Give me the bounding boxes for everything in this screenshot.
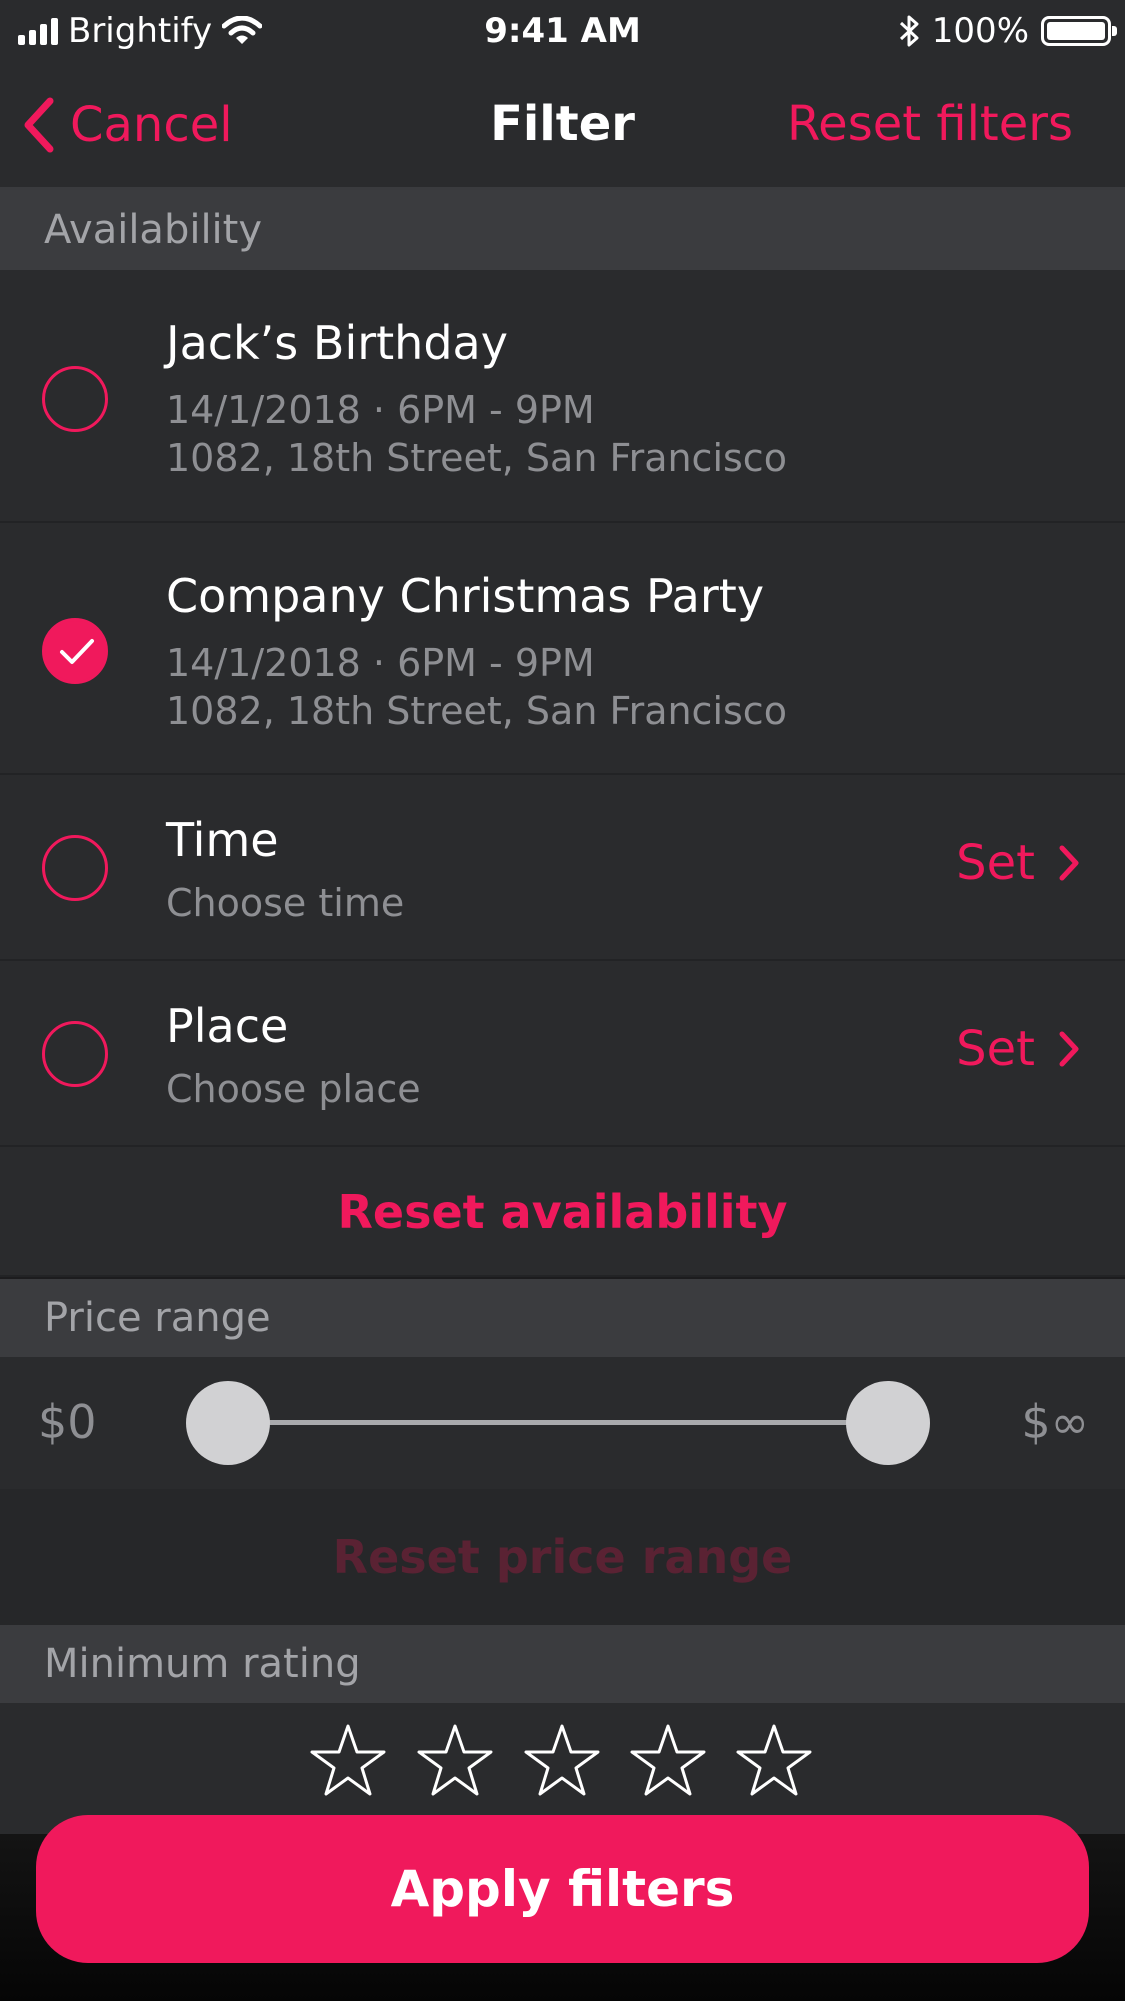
time-set-button[interactable]: Set: [956, 835, 1081, 891]
event-address: 1082, 18th Street, San Francisco: [166, 436, 787, 480]
availability-header: Availability: [0, 190, 1125, 270]
time-subtitle: Choose time: [166, 881, 405, 925]
bluetooth-icon: [899, 15, 919, 47]
time-title: Time: [166, 813, 279, 867]
price-range-header: Price range: [0, 1279, 1125, 1357]
star-icon[interactable]: [309, 1723, 387, 1797]
star-icon[interactable]: [523, 1723, 601, 1797]
event-radio[interactable]: [42, 366, 108, 432]
event-row-jacks-birthday[interactable]: Jack’s Birthday 14/1/2018 · 6PM - 9PM 10…: [0, 270, 1125, 523]
place-row[interactable]: Place Choose place Set: [0, 961, 1125, 1147]
event-title: Company Christmas Party: [166, 569, 765, 623]
chevron-right-icon: [1059, 845, 1079, 881]
set-label: Set: [956, 1021, 1035, 1077]
place-title: Place: [166, 999, 289, 1053]
reset-price-range-button[interactable]: Reset price range: [0, 1489, 1125, 1625]
time-row[interactable]: Time Choose time Set: [0, 775, 1125, 961]
price-range-slider[interactable]: $0 $∞: [0, 1357, 1125, 1489]
status-bar: Brightify 9:41 AM 100%: [0, 0, 1125, 62]
checkmark-icon: [60, 639, 94, 664]
time-radio[interactable]: [42, 835, 108, 901]
set-label: Set: [956, 835, 1035, 891]
place-radio[interactable]: [42, 1021, 108, 1087]
star-icon[interactable]: [629, 1723, 707, 1797]
reset-availability-button[interactable]: Reset availability: [0, 1147, 1125, 1277]
status-bar-right: 100%: [898, 8, 1117, 54]
place-set-button[interactable]: Set: [956, 1021, 1081, 1077]
slider-thumb-max[interactable]: [846, 1381, 930, 1465]
star-icon[interactable]: [735, 1723, 813, 1797]
battery-percent: 100%: [931, 11, 1029, 51]
apply-filters-button[interactable]: Apply filters: [36, 1815, 1089, 1963]
price-min-label: $0: [38, 1395, 97, 1449]
event-radio-checked[interactable]: [42, 618, 108, 684]
price-max-label: $∞: [1021, 1395, 1089, 1449]
star-icon[interactable]: [416, 1723, 494, 1797]
reset-filters-button[interactable]: Reset filters: [787, 62, 1073, 187]
event-row-company-christmas-party[interactable]: Company Christmas Party 14/1/2018 · 6PM …: [0, 523, 1125, 775]
slider-track[interactable]: [228, 1420, 888, 1425]
slider-thumb-min[interactable]: [186, 1381, 270, 1465]
event-datetime: 14/1/2018 · 6PM - 9PM: [166, 641, 595, 685]
event-datetime: 14/1/2018 · 6PM - 9PM: [166, 388, 595, 432]
event-address: 1082, 18th Street, San Francisco: [166, 689, 787, 733]
minimum-rating-header: Minimum rating: [0, 1625, 1125, 1703]
chevron-right-icon: [1059, 1031, 1079, 1067]
nav-bar: Cancel Filter Reset filters: [0, 62, 1125, 190]
place-subtitle: Choose place: [166, 1067, 421, 1111]
battery-icon: [1041, 16, 1117, 46]
event-title: Jack’s Birthday: [166, 316, 508, 370]
